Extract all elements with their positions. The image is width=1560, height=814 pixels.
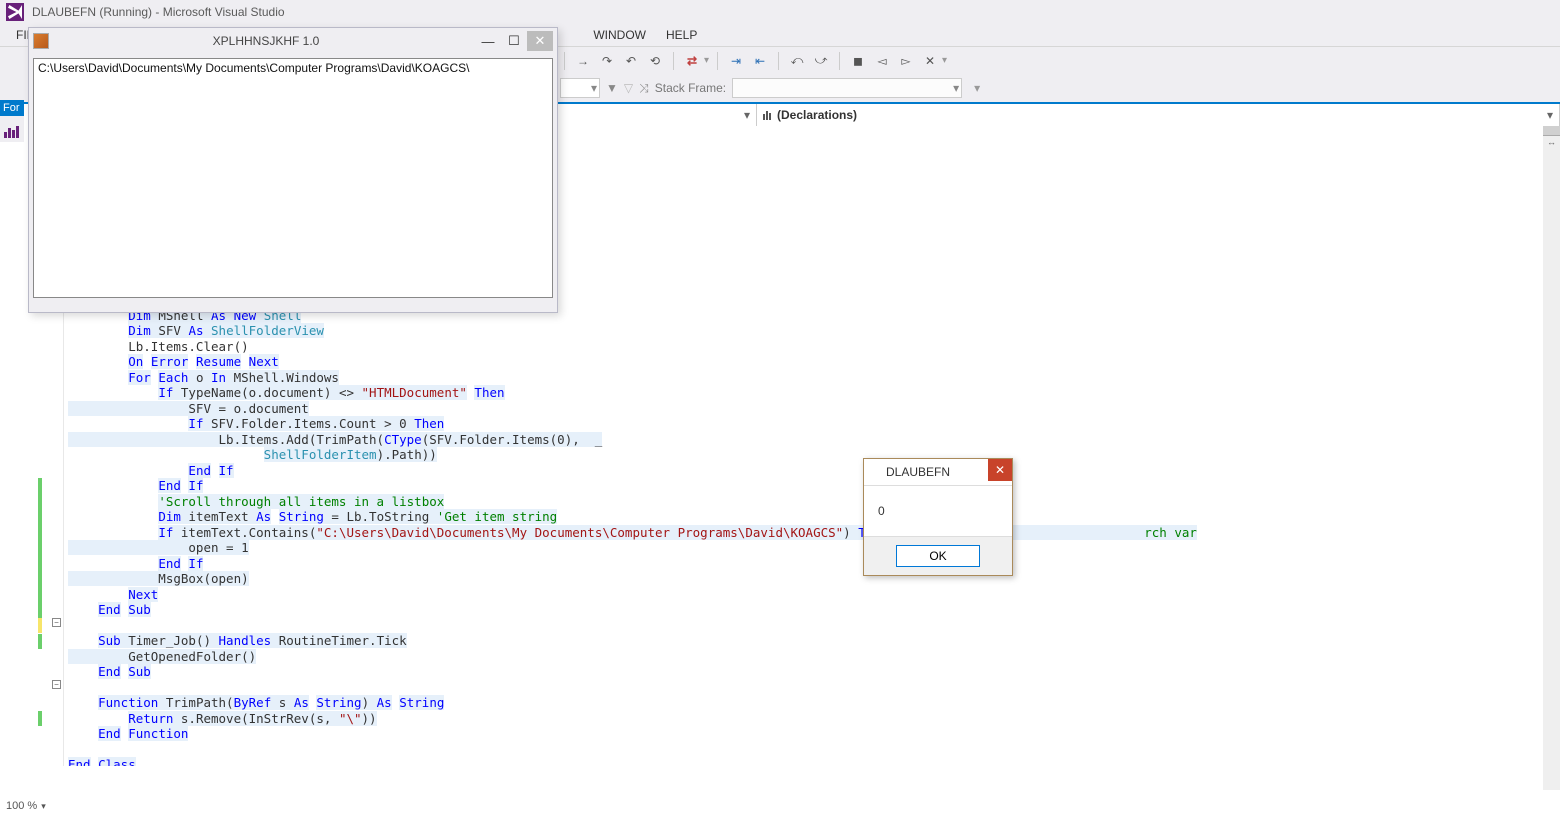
members-icon bbox=[763, 111, 771, 120]
running-app-window[interactable]: XPLHHNSJKHF 1.0 — ☐ ✕ C:\Users\David\Doc… bbox=[28, 27, 558, 313]
step-out-icon[interactable]: ↶ bbox=[621, 51, 641, 71]
filter-icon[interactable]: ▼ bbox=[606, 81, 618, 95]
bookmark-clear-icon[interactable]: ✕ bbox=[920, 51, 940, 71]
indent-right-icon[interactable]: ⇤ bbox=[750, 51, 770, 71]
zoom-indicator[interactable]: 100 % ▾ bbox=[0, 798, 46, 814]
menu-help[interactable]: HELP bbox=[656, 26, 707, 44]
maximize-button[interactable]: ☐ bbox=[501, 31, 527, 51]
threads-icon[interactable]: ⤨ bbox=[639, 81, 649, 96]
app-listbox[interactable]: C:\Users\David\Documents\My Documents\Co… bbox=[33, 58, 553, 298]
msgbox-ok-button[interactable]: OK bbox=[896, 545, 980, 567]
vertical-scrollbar[interactable]: ↔ bbox=[1543, 126, 1560, 790]
split-grip-icon[interactable] bbox=[1543, 126, 1560, 136]
titlebar: DLAUBEFN (Running) - Microsoft Visual St… bbox=[0, 0, 1560, 24]
nav-fwd-icon[interactable]: ⤻ bbox=[811, 51, 831, 71]
indent-left-icon[interactable]: ⇥ bbox=[726, 51, 746, 71]
title-text: DLAUBEFN (Running) - Microsoft Visual St… bbox=[32, 5, 285, 19]
msgbox-close-button[interactable]: ✕ bbox=[988, 459, 1012, 481]
bookmark-prev-icon[interactable]: ◅ bbox=[872, 51, 892, 71]
zoom-value: 100 % bbox=[6, 800, 37, 812]
change-marker bbox=[38, 478, 42, 618]
scope-combo-right[interactable]: (Declarations) ▾ bbox=[757, 104, 1560, 126]
close-button[interactable]: ✕ bbox=[527, 31, 553, 51]
app-icon bbox=[33, 33, 49, 49]
nav-back-icon[interactable]: ⤺ bbox=[787, 51, 807, 71]
step-into-icon[interactable]: → bbox=[573, 51, 593, 71]
collapse-horizontal-icon[interactable]: ↔ bbox=[1543, 136, 1560, 148]
minimize-button[interactable]: — bbox=[475, 31, 501, 51]
hex-toggle-icon[interactable]: ⇄ bbox=[682, 51, 702, 71]
change-marker bbox=[38, 634, 42, 649]
sep bbox=[673, 52, 674, 70]
sep bbox=[839, 52, 840, 70]
sep bbox=[778, 52, 779, 70]
stack-frame-label: Stack Frame: bbox=[655, 81, 726, 95]
dropdown-caret-icon[interactable]: ▾ bbox=[942, 55, 947, 66]
step-over-icon[interactable]: ↷ bbox=[597, 51, 617, 71]
app-window-title: XPLHHNSJKHF 1.0 bbox=[57, 34, 475, 48]
change-marker bbox=[38, 711, 42, 726]
left-tool-strip: For bbox=[0, 100, 24, 142]
msgbox-body: 0 bbox=[864, 485, 1012, 536]
bookmark-next-icon[interactable]: ▻ bbox=[896, 51, 916, 71]
restart-icon[interactable]: ⟲ bbox=[645, 51, 665, 71]
list-item[interactable]: C:\Users\David\Documents\My Documents\Co… bbox=[38, 61, 548, 75]
chevron-down-icon[interactable]: ▾ bbox=[41, 801, 46, 812]
filter-clear-icon[interactable]: ▽ bbox=[624, 81, 633, 95]
dropdown-caret-icon[interactable]: ▾ bbox=[704, 55, 709, 66]
dropdown-caret-icon[interactable]: ▾ bbox=[974, 81, 980, 95]
bookmark-icon[interactable]: ◼ bbox=[848, 51, 868, 71]
collapse-box-icon[interactable]: − bbox=[52, 618, 61, 627]
chevron-down-icon: ▾ bbox=[744, 108, 750, 122]
stack-frame-combo[interactable]: ▾ bbox=[732, 78, 962, 98]
sep bbox=[717, 52, 718, 70]
change-marker-yellow bbox=[38, 618, 42, 633]
form-tab[interactable]: For bbox=[0, 100, 24, 116]
process-combo[interactable]: ▾ bbox=[560, 78, 600, 98]
vs-logo-icon bbox=[6, 3, 24, 21]
menu-window[interactable]: WINDOW bbox=[583, 26, 656, 44]
declarations-label: (Declarations) bbox=[777, 108, 857, 122]
message-box: DLAUBEFN ✕ 0 OK bbox=[863, 458, 1013, 576]
sep bbox=[564, 52, 565, 70]
data-sources-icon[interactable] bbox=[4, 122, 20, 138]
app-window-titlebar[interactable]: XPLHHNSJKHF 1.0 — ☐ ✕ bbox=[29, 28, 557, 54]
collapse-box-icon[interactable]: − bbox=[52, 680, 61, 689]
chevron-down-icon: ▾ bbox=[1547, 108, 1553, 122]
msgbox-footer: OK bbox=[864, 536, 1012, 575]
